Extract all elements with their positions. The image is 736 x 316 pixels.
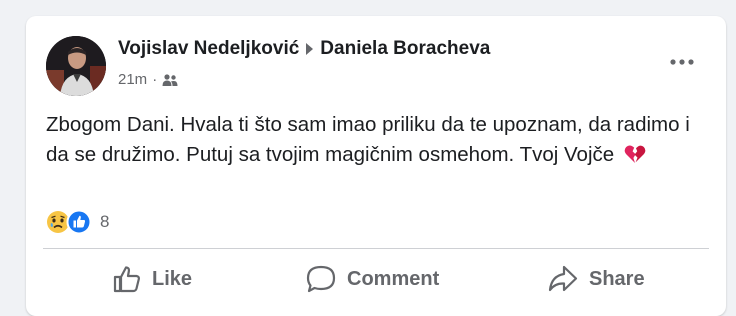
more-dots-icon	[670, 59, 694, 65]
post-body: Zbogom Dani. Hvala ti što sam imao prili…	[46, 110, 706, 173]
reactions-summary[interactable]: 8	[46, 209, 109, 235]
actions-divider	[43, 248, 709, 249]
shared-to-arrow-icon	[305, 42, 314, 56]
author-name[interactable]: Vojislav Nedeljković	[118, 38, 299, 60]
reaction-count[interactable]: 8	[100, 212, 109, 232]
avatar-photo	[46, 36, 106, 96]
share-label: Share	[589, 267, 645, 290]
post-header: Vojislav Nedeljković Daniela Boracheva	[118, 38, 490, 60]
like-reaction-icon	[66, 209, 92, 235]
like-label: Like	[152, 267, 193, 290]
comment-button[interactable]: Comment	[305, 259, 439, 299]
author-avatar[interactable]	[46, 36, 106, 96]
share-arrow-icon	[548, 265, 578, 292]
post-card: Vojislav Nedeljković Daniela Boracheva 2…	[26, 16, 726, 316]
post-timestamp[interactable]: 21m	[118, 71, 147, 88]
more-options-button[interactable]	[666, 52, 698, 72]
friends-icon[interactable]	[162, 73, 178, 87]
share-button[interactable]: Share	[547, 259, 645, 299]
post-message: Zbogom Dani. Hvala ti što sam imao prili…	[46, 113, 690, 166]
recipient-name[interactable]: Daniela Boracheva	[320, 38, 490, 60]
post-meta: 21m ·	[118, 71, 178, 88]
comment-bubble-icon	[306, 265, 336, 293]
like-button[interactable]: Like	[112, 259, 192, 299]
like-thumb-icon	[113, 266, 140, 293]
comment-label: Comment	[347, 267, 440, 290]
broken-heart-icon	[624, 143, 646, 173]
meta-separator: ·	[152, 71, 158, 88]
